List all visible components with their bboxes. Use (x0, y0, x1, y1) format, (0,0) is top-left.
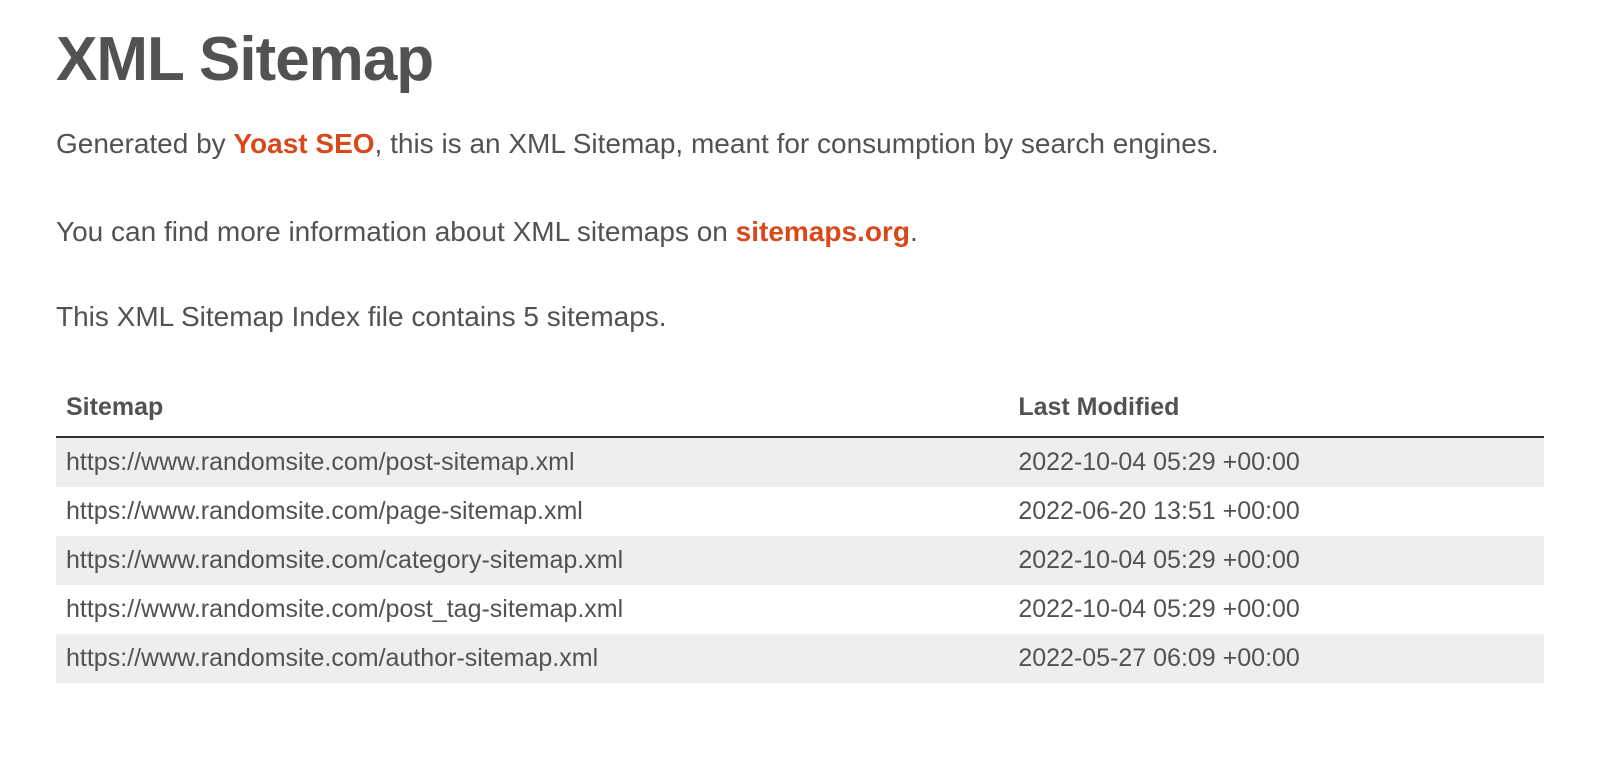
last-modified-cell: 2022-10-04 05:29 +00:00 (1008, 536, 1544, 585)
col-sitemap: Sitemap (56, 383, 1008, 437)
intro-pre: Generated by (56, 128, 233, 159)
table-row: https://www.randomsite.com/author-sitema… (56, 634, 1544, 683)
last-modified-cell: 2022-05-27 06:09 +00:00 (1008, 634, 1544, 683)
sitemap-url-cell: https://www.randomsite.com/post_tag-site… (56, 585, 1008, 634)
table-row: https://www.randomsite.com/page-sitemap.… (56, 487, 1544, 536)
table-row: https://www.randomsite.com/category-site… (56, 536, 1544, 585)
table-row: https://www.randomsite.com/post_tag-site… (56, 585, 1544, 634)
last-modified-cell: 2022-10-04 05:29 +00:00 (1008, 585, 1544, 634)
sitemap-url-cell: https://www.randomsite.com/page-sitemap.… (56, 487, 1008, 536)
last-modified-cell: 2022-06-20 13:51 +00:00 (1008, 487, 1544, 536)
table-header-row: Sitemap Last Modified (56, 383, 1544, 437)
info-paragraph: You can find more information about XML … (56, 213, 1544, 251)
sitemap-url-cell: https://www.randomsite.com/post-sitemap.… (56, 437, 1008, 487)
col-last-modified: Last Modified (1008, 383, 1544, 437)
sitemaps-org-link[interactable]: sitemaps.org (736, 216, 910, 247)
last-modified-cell: 2022-10-04 05:29 +00:00 (1008, 437, 1544, 487)
info-pre: You can find more information about XML … (56, 216, 736, 247)
sitemap-count: This XML Sitemap Index file contains 5 s… (56, 301, 1544, 333)
sitemap-link[interactable]: https://www.randomsite.com/page-sitemap.… (66, 497, 583, 525)
yoast-seo-link[interactable]: Yoast SEO (233, 128, 374, 159)
sitemap-table: Sitemap Last Modified https://www.random… (56, 383, 1544, 683)
sitemap-url-cell: https://www.randomsite.com/author-sitema… (56, 634, 1008, 683)
page-title: XML Sitemap (56, 24, 1544, 95)
sitemap-link[interactable]: https://www.randomsite.com/category-site… (66, 546, 623, 574)
sitemap-link[interactable]: https://www.randomsite.com/post-sitemap.… (66, 448, 575, 476)
table-row: https://www.randomsite.com/post-sitemap.… (56, 437, 1544, 487)
intro-post: , this is an XML Sitemap, meant for cons… (375, 128, 1219, 159)
info-post: . (910, 216, 918, 247)
intro-paragraph: Generated by Yoast SEO, this is an XML S… (56, 125, 1544, 163)
sitemap-url-cell: https://www.randomsite.com/category-site… (56, 536, 1008, 585)
sitemap-link[interactable]: https://www.randomsite.com/author-sitema… (66, 644, 598, 672)
sitemap-link[interactable]: https://www.randomsite.com/post_tag-site… (66, 595, 623, 623)
